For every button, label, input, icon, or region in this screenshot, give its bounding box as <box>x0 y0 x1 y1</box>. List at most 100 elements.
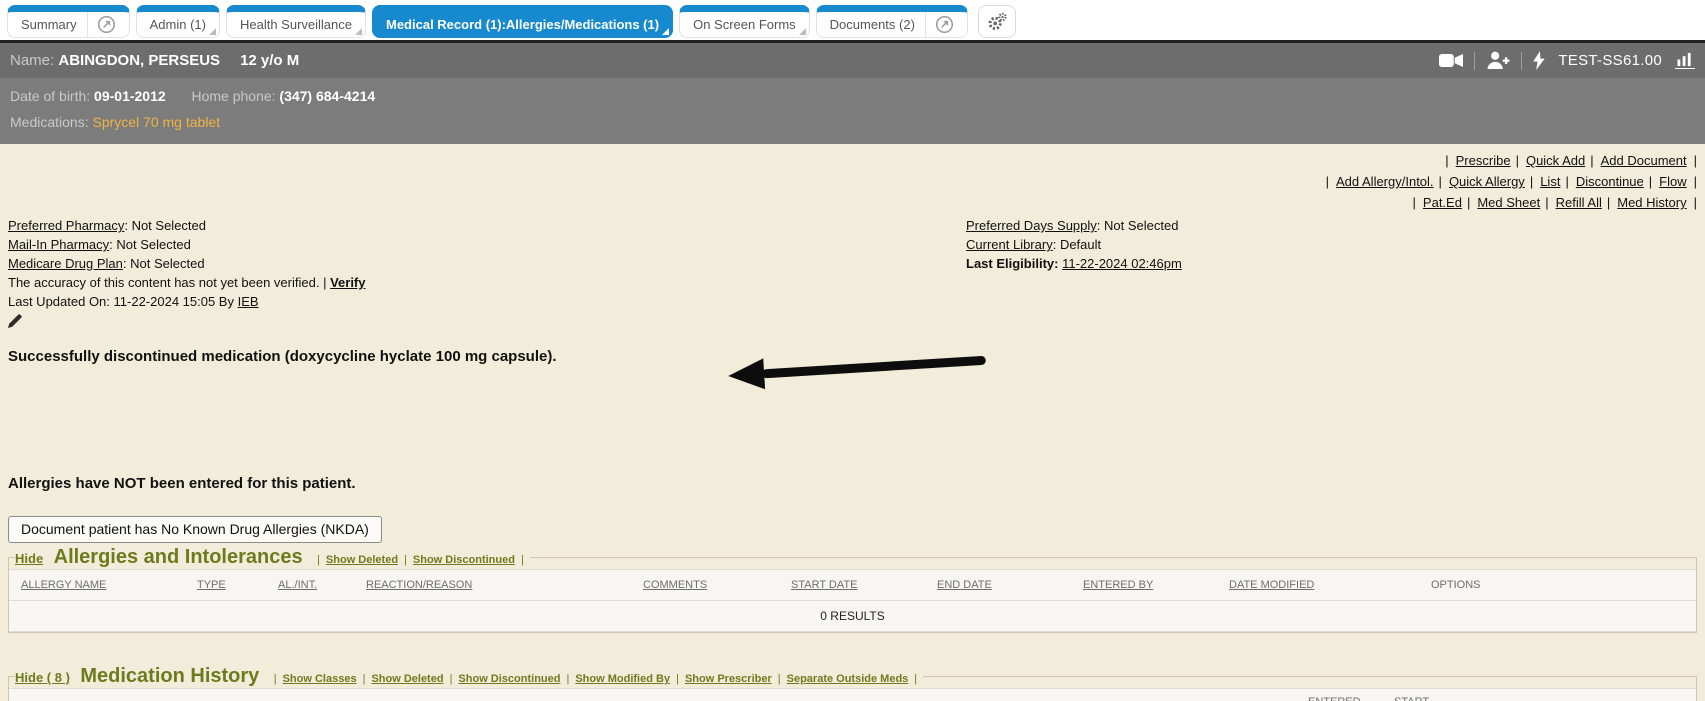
show-deleted-link[interactable]: Show Deleted <box>326 554 398 566</box>
quick-add-link[interactable]: Quick Add <box>1526 153 1585 168</box>
name-label: Name <box>10 52 58 69</box>
flow-link[interactable]: Flow <box>1659 174 1686 189</box>
col-start-date[interactable]: START DATE <box>791 579 857 591</box>
pat-ed-link[interactable]: Pat.Ed <box>1423 195 1462 210</box>
medicare-plan-link[interactable]: Medicare Drug Plan <box>8 256 123 271</box>
growth-chart-icon[interactable] <box>1675 52 1695 69</box>
medication-history-table: ENTERED START DRUG NAME SIG STA. REF. CO… <box>9 688 1696 701</box>
col-entered-by[interactable]: ENTERED BY <box>1083 579 1153 591</box>
mailin-pharmacy-value: Not Selected <box>116 237 190 252</box>
allergies-medications-panel: Prescribe Quick Add Add Document Add Aller… <box>0 144 1705 701</box>
divider <box>1474 52 1475 70</box>
tab-admin[interactable]: Admin (1) <box>136 5 220 38</box>
dob-label: Date of birth <box>10 88 94 104</box>
external-link-circle-icon <box>935 15 954 34</box>
show-deleted-link[interactable]: Show Deleted <box>371 673 443 685</box>
current-library-value: Default <box>1060 237 1101 252</box>
col-comments[interactable]: COMMENTS <box>643 579 707 591</box>
nkda-button[interactable]: Document patient has No Known Drug Aller… <box>8 516 382 543</box>
med-sheet-link[interactable]: Med Sheet <box>1477 195 1540 210</box>
medications-row: MedicationsSprycel 70 mg tablet <box>10 109 1695 135</box>
module-tab-bar: Summary Admin (1) Health Surveillance Me… <box>0 0 1705 40</box>
discontinue-link[interactable]: Discontinue <box>1576 174 1644 189</box>
add-person-icon[interactable] <box>1486 51 1510 70</box>
documents-popout-icon[interactable] <box>925 12 954 38</box>
medication-history-section: Hide ( 8 ) Medication History Show Class… <box>8 665 1697 701</box>
col-al-int[interactable]: AL./INT. <box>278 579 317 591</box>
last-updated-by-link[interactable]: IEB <box>238 294 259 309</box>
home-phone-value: (347) 684-4214 <box>279 88 375 104</box>
days-supply-row: Preferred Days SupplyNot Selected <box>966 216 1182 235</box>
action-links: Prescribe Quick Add Add Document Add Aller… <box>8 150 1697 213</box>
allergies-header-row: ALLERGY NAME TYPE AL./INT. REACTION/REAS… <box>9 570 1696 601</box>
last-updated-row: Last Updated On: 11-22-2024 15:05 By IEB <box>8 292 1697 311</box>
show-discontinued-link[interactable]: Show Discontinued <box>458 673 560 685</box>
edit-row <box>8 313 1697 329</box>
show-modified-by-link[interactable]: Show Modified By <box>575 673 670 685</box>
tab-settings-button[interactable] <box>978 5 1016 38</box>
col-entered-top[interactable]: ENTERED <box>1308 696 1361 701</box>
medications-label: Medications <box>10 114 92 130</box>
tab-documents[interactable]: Documents (2) <box>816 5 968 38</box>
med-history-link[interactable]: Med History <box>1617 195 1686 210</box>
action-links-row-2: Add Allergy/Intol. Quick Allergy List Disco… <box>8 171 1697 192</box>
show-prescriber-link[interactable]: Show Prescriber <box>685 673 772 685</box>
last-eligibility-link[interactable]: 11-22-2024 02:46pm <box>1062 256 1182 271</box>
lightning-bolt-icon[interactable] <box>1533 51 1545 70</box>
dob-phone-row: Date of birth09-01-2012 Home phone(347) … <box>10 83 1695 109</box>
results-count: 0 RESULTS <box>9 601 1696 632</box>
preferred-pharmacy-value: Not Selected <box>132 218 206 233</box>
tab-on-screen-forms[interactable]: On Screen Forms <box>679 5 810 38</box>
tab-medical-record-label: Medical Record (1):Allergies/Medications… <box>386 17 659 32</box>
pencil-edit-icon[interactable] <box>8 313 23 328</box>
col-start-top[interactable]: START <box>1394 696 1429 701</box>
col-end-date[interactable]: END DATE <box>937 579 992 591</box>
col-date-modified[interactable]: DATE MODIFIED <box>1229 579 1314 591</box>
annotation-arrow <box>726 345 992 391</box>
last-updated-text: Last Updated On: 11-22-2024 15:05 By <box>8 294 234 309</box>
medication-history-title: Medication History <box>80 665 259 687</box>
quick-allergy-link[interactable]: Quick Allergy <box>1449 174 1525 189</box>
refill-all-link[interactable]: Refill All <box>1556 195 1602 210</box>
allergies-section: Hide Allergies and Intolerances Show Del… <box>8 546 1697 633</box>
separate-outside-meds-link[interactable]: Separate Outside Meds <box>787 673 909 685</box>
preferred-pharmacy-link[interactable]: Preferred Pharmacy <box>8 218 124 233</box>
col-reaction-reason[interactable]: REACTION/REASON <box>366 579 472 591</box>
add-allergy-intol-link[interactable]: Add Allergy/Intol. <box>1336 174 1434 189</box>
add-document-link[interactable]: Add Document <box>1601 153 1687 168</box>
preferred-days-supply-link[interactable]: Preferred Days Supply <box>966 218 1097 233</box>
tab-summary[interactable]: Summary <box>7 5 130 38</box>
accuracy-text: The accuracy of this content has not yet… <box>8 275 319 290</box>
show-classes-link[interactable]: Show Classes <box>283 673 357 685</box>
mailin-pharmacy-link[interactable]: Mail-In Pharmacy <box>8 237 109 252</box>
allergies-hide-link[interactable]: Hide <box>15 551 43 566</box>
patient-details-banner: Date of birth09-01-2012 Home phone(347) … <box>0 78 1705 144</box>
tab-admin-label: Admin (1) <box>150 17 206 32</box>
medication-history-header: Hide ( 8 ) Medication History Show Class… <box>15 665 923 688</box>
col-type[interactable]: TYPE <box>197 579 226 591</box>
station-id: TEST-SS61.00 <box>1558 52 1662 69</box>
tab-summary-label: Summary <box>21 17 77 32</box>
video-camera-icon[interactable] <box>1439 53 1463 68</box>
divider <box>1521 52 1522 70</box>
medications-value: Sprycel 70 mg tablet <box>92 114 220 130</box>
mailin-pharmacy-row: Mail-In Pharmacy Not Selected <box>8 235 1697 254</box>
tab-health-surveillance[interactable]: Health Surveillance <box>226 5 366 38</box>
allergies-section-header: Hide Allergies and Intolerances Show Del… <box>15 546 530 569</box>
col-allergy-name[interactable]: ALLERGY NAME <box>21 579 106 591</box>
tab-documents-label: Documents (2) <box>830 17 915 32</box>
medication-hide-link[interactable]: Hide ( 8 ) <box>15 670 70 685</box>
verify-link[interactable]: Verify <box>330 275 365 290</box>
prescribe-link[interactable]: Prescribe <box>1456 153 1511 168</box>
medication-filter-links: Show Classes Show Deleted Show Discontinue… <box>268 673 917 685</box>
list-link[interactable]: List <box>1540 174 1560 189</box>
current-library-link[interactable]: Current Library <box>966 237 1053 252</box>
allergies-results-row: 0 RESULTS <box>9 601 1696 632</box>
show-discontinued-link[interactable]: Show Discontinued <box>413 554 515 566</box>
action-links-row-1: Prescribe Quick Add Add Document <box>8 150 1697 171</box>
pharmacy-info-block: Preferred Pharmacy Not Selected Mail-In P… <box>8 216 1697 311</box>
tab-medical-record-active[interactable]: Medical Record (1):Allergies/Medications… <box>372 5 673 38</box>
tab-health-surveillance-label: Health Surveillance <box>240 17 352 32</box>
home-phone-label: Home phone <box>191 88 279 104</box>
summary-popout-icon[interactable] <box>87 12 116 38</box>
